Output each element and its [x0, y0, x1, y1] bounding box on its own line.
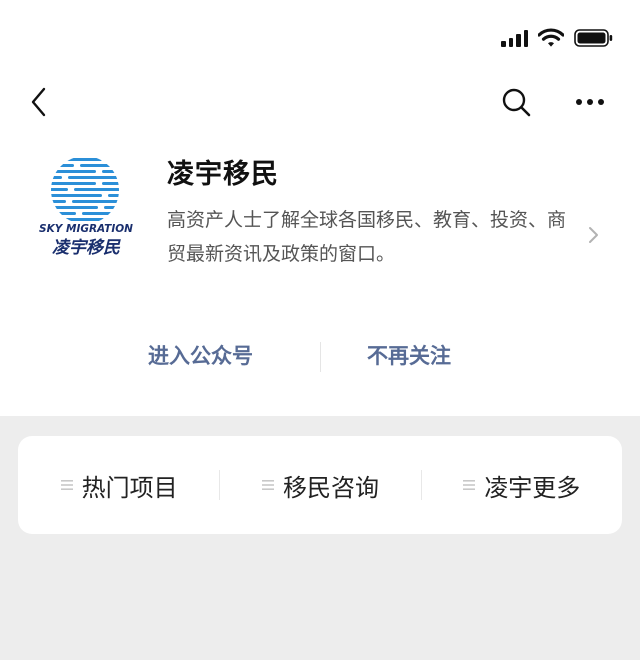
- menu-item-label: 移民咨询: [282, 473, 379, 502]
- chevron-left-icon: [31, 87, 46, 117]
- account-header: SKY MIGRATION 凌宇移民 凌宇移民 高资产人士了解全球各国移民、教育…: [0, 0, 640, 416]
- menu-lines-icon: [463, 480, 476, 490]
- menu-item-migration-consult[interactable]: 移民咨询: [219, 436, 420, 534]
- more-button[interactable]: [568, 84, 612, 120]
- unfollow-button[interactable]: 不再关注: [367, 340, 451, 370]
- profile-detail-button[interactable]: [586, 222, 602, 248]
- account-name: 凌宇移民: [167, 159, 279, 190]
- more-icon: [576, 99, 604, 105]
- svg-text:SKY MIGRATION: SKY MIGRATION: [39, 223, 133, 235]
- menu-item-more[interactable]: 凌宇更多: [420, 436, 622, 534]
- menu-item-label: 凌宇更多: [484, 473, 581, 502]
- account-description[interactable]: 高资产人士了解全球各国移民、教育、投资、商贸最新资讯及政策的窗口。: [167, 203, 582, 271]
- menu-item-label: 热门项目: [81, 473, 178, 502]
- back-button[interactable]: [24, 84, 60, 120]
- chevron-right-icon: [589, 227, 598, 243]
- menu-item-hot-projects[interactable]: 热门项目: [18, 436, 219, 534]
- search-button[interactable]: [498, 84, 534, 120]
- sky-migration-logo-icon: SKY MIGRATION 凌宇移民: [39, 158, 133, 258]
- battery-icon: [574, 29, 613, 47]
- cellular-signal-icon: [501, 29, 528, 47]
- menu-lines-icon: [60, 480, 73, 490]
- action-bar: 进入公众号 不再关注: [0, 330, 640, 386]
- enter-account-button[interactable]: 进入公众号: [148, 340, 253, 370]
- account-logo[interactable]: SKY MIGRATION 凌宇移民: [30, 150, 142, 268]
- action-divider: [320, 342, 321, 372]
- search-icon: [502, 88, 531, 117]
- wifi-icon: [538, 28, 564, 47]
- custom-menu: 热门项目 移民咨询 凌宇更多: [18, 436, 622, 534]
- status-bar: [501, 24, 614, 52]
- svg-text:凌宇移民: 凌宇移民: [52, 238, 121, 258]
- menu-lines-icon: [261, 480, 274, 490]
